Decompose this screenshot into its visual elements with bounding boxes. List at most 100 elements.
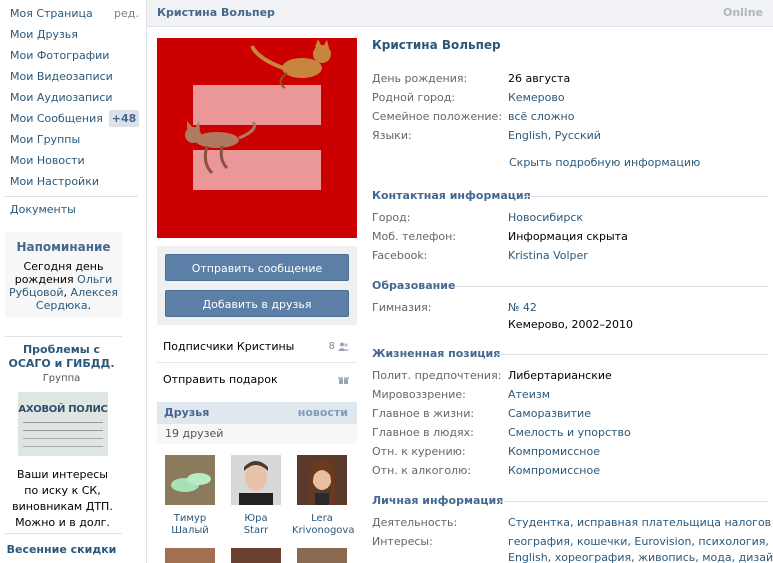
section-divider [500, 501, 768, 502]
middle-divider [157, 362, 357, 363]
friend-last-name[interactable]: Шалый [160, 525, 220, 537]
profile-photo[interactable] [157, 38, 357, 238]
subscribers-count: 8 [328, 337, 349, 357]
position-section-title: Жизненная позиция [372, 347, 501, 360]
school-detail: Кемерово, 2002–2010 [508, 318, 634, 331]
info-label: Деятельность: [372, 516, 458, 529]
profile-header: Кристина Вольпер Online [147, 0, 773, 27]
people-icon [338, 342, 349, 351]
people-priority-value[interactable]: Смелость и упорство [508, 426, 631, 439]
friend-last-name[interactable]: Krivonogova [292, 525, 354, 537]
interests-value[interactable]: English, хореография, живопись, мода, ди… [508, 551, 773, 563]
ad-title[interactable]: Проблемы с ОСАГО и ГИБДД. [5, 343, 118, 371]
sidebar-item-photos[interactable]: Мои Фотографии [10, 46, 109, 66]
friend-avatar[interactable] [297, 548, 347, 563]
friends-news-link[interactable]: новости [298, 406, 348, 419]
online-status: Online [722, 6, 763, 19]
life-priority-value[interactable]: Саморазвитие [508, 407, 591, 420]
reminder-birthday-link[interactable]: Сердюка [36, 299, 88, 312]
smoking-value[interactable]: Компромиссное [508, 445, 600, 458]
ad-image[interactable]: АХОВОЙ ПОЛИС [18, 392, 108, 456]
sidebar-divider [5, 196, 138, 197]
friend-first-name[interactable]: Тимур [160, 513, 220, 525]
friends-count: 19 друзей [157, 424, 357, 444]
city-value[interactable]: Новосибирск [508, 211, 583, 224]
info-label: Отн. к курению: [372, 445, 466, 458]
friends-header[interactable]: Друзья новости [157, 402, 357, 424]
activity-value[interactable]: Студентка, исправная плательщица налогов [508, 516, 771, 529]
education-section-title: Образование [372, 279, 456, 292]
sidebar-item-my-page[interactable]: Моя Страница [10, 4, 93, 24]
friend-last-name[interactable]: Starr [226, 525, 286, 537]
profile-name: Кристина Вольпер [372, 38, 501, 52]
info-label: Facebook: [372, 249, 428, 262]
sidebar-item-news[interactable]: Мои Новости [10, 151, 85, 171]
worldview-value[interactable]: Атеизм [508, 388, 550, 401]
reminder-birthday-link[interactable]: Алексея [71, 286, 118, 299]
reminder-birthday-link[interactable]: Ольги [77, 273, 112, 286]
ad-subtitle: Группа [42, 373, 81, 384]
info-label: День рождения: [372, 72, 468, 85]
send-message-button[interactable]: Отправить сообщение [165, 254, 349, 281]
friends-title: Друзья [164, 406, 210, 419]
contacts-section-title: Контактная информация [372, 189, 531, 202]
sidebar-item-groups[interactable]: Мои Группы [10, 130, 80, 150]
school-value[interactable]: № 42 [508, 301, 537, 314]
friend-avatar[interactable] [165, 548, 215, 563]
info-label: Семейное положение: [372, 110, 503, 123]
reminder-text: Сегодня день рождения Ольги Рубцовой, Ал… [9, 260, 118, 312]
info-label: Полит. предпочтения: [372, 369, 502, 382]
info-label: Моб. телефон: [372, 230, 457, 243]
send-gift-label: Отправить подарок [163, 373, 278, 386]
friend-card[interactable]: Lera Krivonogova [292, 455, 354, 537]
sidebar-divider [5, 336, 122, 337]
relationship-value[interactable]: всё сложно [508, 110, 574, 123]
personal-section-title: Личная информация [372, 494, 504, 507]
reminder-block: Напоминание Сегодня день рождения Ольги … [5, 232, 122, 318]
hometown-value[interactable]: Кемерово [508, 91, 565, 104]
gift-icon [338, 370, 349, 390]
friend-avatar[interactable] [165, 455, 215, 505]
edit-link[interactable]: ред. [114, 4, 139, 24]
sidebar-item-documents[interactable]: Документы [10, 200, 76, 220]
subscribers-link[interactable]: Подписчики Кристины 8 [163, 337, 349, 357]
info-label: Главное в жизни: [372, 407, 475, 420]
subscribers-label: Подписчики Кристины [163, 340, 295, 353]
send-gift-link[interactable]: Отправить подарок [163, 370, 349, 390]
sidebar-item-videos[interactable]: Мои Видеозаписи [10, 67, 113, 87]
phone-value: Информация скрыта [508, 230, 628, 243]
ad-text[interactable]: Ваши интересы по иску к СК, виновникам Д… [10, 467, 115, 531]
ad-image-caption: АХОВОЙ ПОЛИС [18, 404, 108, 415]
reminder-line: Сегодня день [23, 260, 104, 273]
sidebar-item-friends[interactable]: Мои Друзья [10, 25, 78, 45]
sidebar-item-messages[interactable]: Мои Сообщения [10, 109, 103, 129]
header-name: Кристина Вольпер [157, 6, 275, 19]
friend-first-name[interactable]: Lera [292, 513, 352, 525]
politics-value: Либертарианские [508, 369, 612, 382]
languages-value[interactable]: English, Русский [508, 129, 601, 142]
reminder-birthday-link[interactable]: Рубцовой [9, 286, 64, 299]
add-friend-button[interactable]: Добавить в друзья [165, 290, 349, 317]
left-sidebar: Моя Страница ред. Мои Друзья Мои Фотогра… [0, 0, 146, 563]
interests-value[interactable]: география, кошечки, Eurovision, психолог… [508, 535, 769, 548]
friend-avatar[interactable] [297, 455, 347, 505]
alcohol-value[interactable]: Компромиссное [508, 464, 600, 477]
friend-card[interactable]: Юра Starr [226, 455, 286, 537]
friend-avatar[interactable] [231, 548, 281, 563]
section-divider [497, 354, 768, 355]
friend-first-name[interactable]: Юра [226, 513, 286, 525]
info-label: Отн. к алкоголю: [372, 464, 472, 477]
info-label: Языки: [372, 129, 412, 142]
hide-details-link[interactable]: Скрыть подробную информацию [509, 156, 700, 169]
friend-card[interactable]: Тимур Шалый [160, 455, 220, 537]
friend-avatar[interactable] [231, 455, 281, 505]
facebook-link[interactable]: Kristina Volper [508, 249, 588, 262]
birthday-value[interactable]: 26 августа [508, 72, 570, 85]
sidebar-item-settings[interactable]: Мои Настройки [10, 172, 99, 192]
ad2-title[interactable]: Весенние скидки [5, 543, 118, 557]
reminder-line: рождения [14, 273, 74, 286]
sidebar-item-audio[interactable]: Мои Аудиозаписи [10, 88, 113, 108]
sidebar-divider [5, 533, 122, 534]
info-label: Мировоззрение: [372, 388, 466, 401]
info-label: Город: [372, 211, 411, 224]
